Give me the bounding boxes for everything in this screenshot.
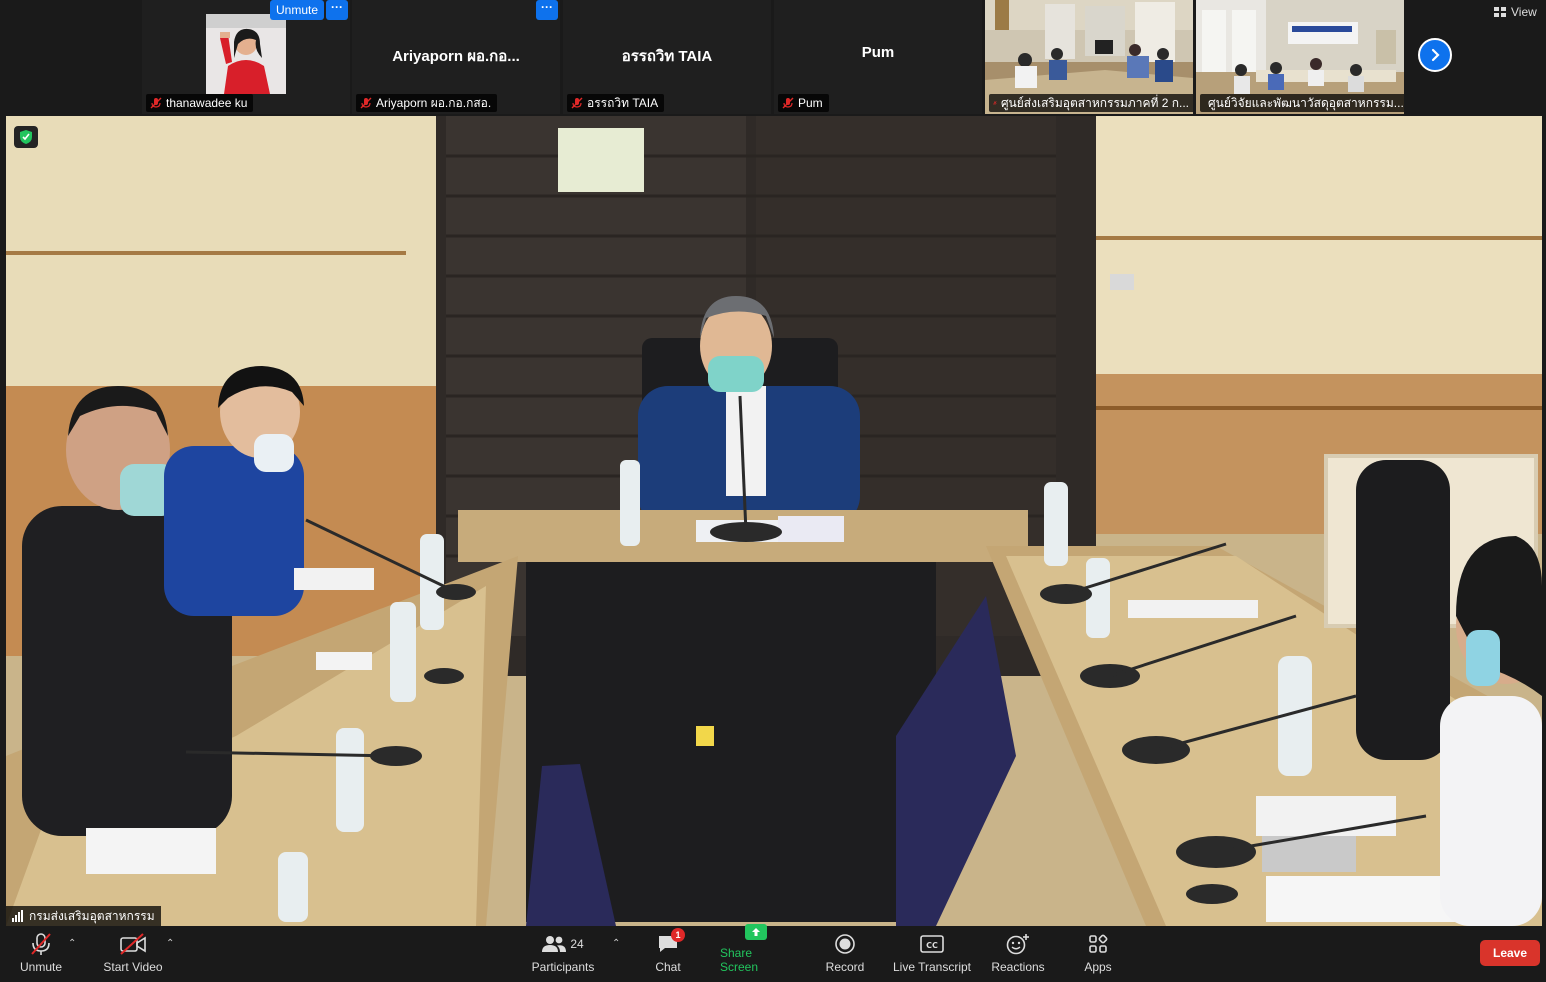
view-label: View <box>1511 5 1537 19</box>
participants-label: Participants <box>531 960 595 974</box>
record-icon <box>835 934 855 954</box>
start-video-button[interactable]: Start Video <box>100 926 166 982</box>
participant-display-name: อรรถวิท TAIA <box>621 48 713 65</box>
svg-text:CC: CC <box>926 941 938 950</box>
unmute-pill-button[interactable]: Unmute <box>270 0 325 20</box>
participant-name-label: Pum <box>778 94 829 112</box>
video-options-caret-icon[interactable]: ⌃ <box>166 938 174 949</box>
signal-bars-icon <box>12 910 23 922</box>
apps-label: Apps <box>1084 960 1112 974</box>
chevron-right-icon <box>1431 48 1440 62</box>
start-video-label: Start Video <box>103 960 163 974</box>
participant-name: thanawadee ku <box>166 96 248 110</box>
participants-count: 24 <box>570 937 584 951</box>
reactions-smiley-icon <box>1006 934 1029 955</box>
mic-muted-icon <box>360 97 372 109</box>
participant-name: ศูนย์ส่งเสริมอุตสาหกรรมภาคที่ 2 ก... <box>1000 95 1189 110</box>
mic-muted-icon <box>782 97 794 109</box>
share-screen-label: Share Screen <box>720 946 759 974</box>
share-screen-icon <box>745 924 767 940</box>
participant-name-label: thanawadee ku <box>146 94 254 112</box>
tile-more-button[interactable]: ··· <box>536 0 558 20</box>
chat-label: Chat <box>655 960 681 974</box>
closed-caption-icon: CC <box>920 935 944 953</box>
meeting-room-video <box>6 116 1542 926</box>
leave-meeting-button[interactable]: Leave <box>1480 940 1540 966</box>
mic-muted-icon <box>150 97 162 109</box>
participant-tile-ariyaporn[interactable]: Ariyaporn ผอ.กอ... ··· Ariyaporn ผอ.กอ.ก… <box>352 0 560 114</box>
participant-name: Pum <box>798 96 823 110</box>
participant-strip: thanawadee ku Unmute ··· Ariyaporn ผอ.กอ… <box>0 0 1546 114</box>
apps-grid-icon <box>1089 934 1108 953</box>
record-label: Record <box>825 960 865 974</box>
participant-name-label: อรรถวิท TAIA <box>567 94 665 112</box>
reactions-button[interactable]: Reactions <box>988 926 1048 982</box>
live-transcript-button[interactable]: CC Live Transcript <box>890 926 974 982</box>
encryption-shield-icon[interactable] <box>14 126 38 148</box>
participants-icon <box>542 936 567 952</box>
chat-button[interactable]: 1 Chat <box>648 926 688 982</box>
participant-tile-region2-center[interactable]: ศูนย์ส่งเสริมอุตสาหกรรมภาคที่ 2 ก... <box>985 0 1193 114</box>
participants-button[interactable]: 24 Participants <box>528 926 598 982</box>
unmute-label: Unmute <box>19 960 63 974</box>
participant-tile-pum[interactable]: Pum Pum <box>774 0 982 114</box>
participant-name-label: Ariyaporn ผอ.กอ.กสอ. <box>356 94 498 112</box>
next-page-button[interactable] <box>1418 38 1452 72</box>
video-off-icon <box>120 933 146 955</box>
chat-unread-badge: 1 <box>671 928 685 942</box>
mic-muted-icon <box>571 97 583 109</box>
participant-name: ศูนย์วิจัยและพัฒนาวัสดุอุตสาหกรรม... <box>1208 95 1404 110</box>
participants-caret-icon[interactable]: ⌃ <box>612 938 620 949</box>
participant-avatar-photo <box>206 14 286 94</box>
main-video-feed <box>6 116 1542 926</box>
record-button[interactable]: Record <box>822 926 868 982</box>
tile-more-button[interactable]: ··· <box>326 0 348 20</box>
grid-view-icon <box>1494 7 1506 17</box>
audio-options-caret-icon[interactable]: ⌃ <box>68 938 76 949</box>
participant-name: อรรถวิท TAIA <box>587 95 659 110</box>
participant-name: Ariyaporn ผอ.กอ.กสอ. <box>376 95 492 110</box>
participant-display-name: Pum <box>861 44 895 61</box>
participant-tile-taia[interactable]: อรรถวิท TAIA อรรถวิท TAIA <box>563 0 771 114</box>
reactions-label: Reactions <box>991 960 1045 974</box>
participant-tile-research-center[interactable]: ศูนย์วิจัยและพัฒนาวัสดุอุตสาหกรรม... <box>1196 0 1404 114</box>
participant-display-name: Ariyaporn ผอ.กอ... <box>392 48 520 65</box>
mic-muted-icon <box>993 101 997 105</box>
live-transcript-label: Live Transcript <box>892 960 972 974</box>
speaker-name: กรมส่งเสริมอุตสาหกรรม <box>29 908 155 923</box>
participant-name-label: ศูนย์วิจัยและพัฒนาวัสดุอุตสาหกรรม... <box>1200 94 1404 112</box>
unmute-button[interactable]: Unmute <box>14 926 68 982</box>
share-screen-button[interactable]: Share Screen <box>720 924 792 982</box>
tile-menu-wrap: ··· <box>324 0 348 22</box>
active-speaker-label: กรมส่งเสริมอุตสาหกรรม <box>6 906 161 926</box>
view-button[interactable]: View <box>1494 5 1537 19</box>
meeting-toolbar: Unmute ⌃ Start Video ⌃ 24 Participants ⌃… <box>0 924 1546 982</box>
apps-button[interactable]: Apps <box>1078 926 1118 982</box>
participant-name-label: ศูนย์ส่งเสริมอุตสาหกรรมภาคที่ 2 ก... <box>989 94 1193 112</box>
microphone-muted-icon <box>31 933 51 955</box>
